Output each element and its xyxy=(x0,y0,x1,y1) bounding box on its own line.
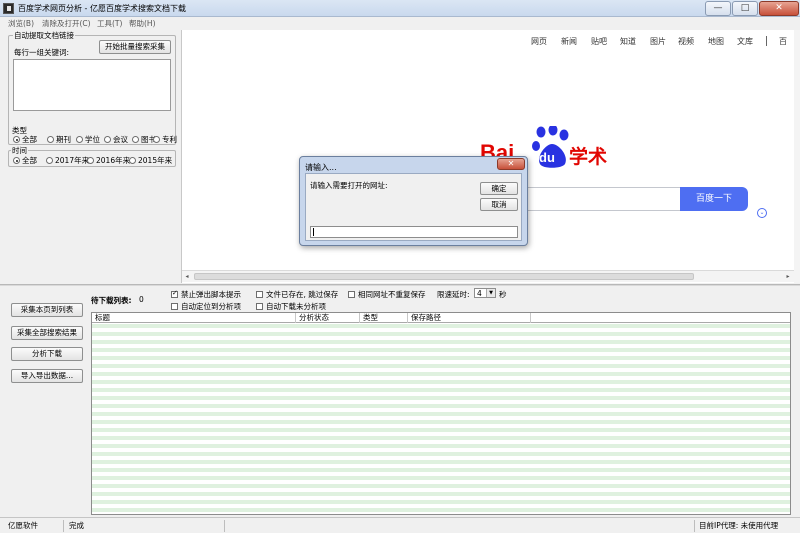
chevron-down-icon: ▼ xyxy=(486,289,495,297)
type-group: 类型 全部 期刊 学位 会议 图书 专利 xyxy=(8,125,177,145)
start-batch-search-button[interactable]: 开始批量搜索采集 xyxy=(99,40,171,54)
time-radio-2016[interactable]: 2016年来 xyxy=(87,155,130,166)
radio-icon xyxy=(76,136,83,143)
delay-label: 限速延时: xyxy=(437,290,470,299)
analyze-download-button[interactable]: 分析下载 xyxy=(11,347,83,361)
dialog-cancel-button[interactable]: 取消 xyxy=(480,198,518,211)
browser-vertical-scrollbar[interactable] xyxy=(794,30,800,283)
menu-tools[interactable]: 工具(T) xyxy=(97,18,122,29)
status-app-name: 亿愿软件 xyxy=(4,520,64,532)
import-export-button[interactable]: 导入导出数据... xyxy=(11,369,83,383)
table-rows-area[interactable] xyxy=(92,324,790,514)
browser-nav-divider xyxy=(766,36,767,46)
checkbox-auto-locate[interactable]: 自动定位到分析项 xyxy=(171,301,241,312)
type-radio-degree[interactable]: 学位 xyxy=(76,134,100,145)
scrollbar-thumb[interactable] xyxy=(194,273,694,280)
type-radio-all[interactable]: 全部 xyxy=(13,134,37,145)
close-icon: ✕ xyxy=(507,159,515,168)
delay-select[interactable]: 4 ▼ xyxy=(474,288,496,298)
browser-horizontal-scrollbar[interactable]: ◂ ▸ xyxy=(182,270,795,282)
browser-nav-video[interactable]: 视频 xyxy=(678,36,694,47)
close-button[interactable]: ✕ xyxy=(759,1,799,16)
radio-icon xyxy=(153,136,160,143)
browser-nav-tieba[interactable]: 贴吧 xyxy=(591,36,607,47)
checkbox-icon xyxy=(256,291,263,298)
collect-all-results-button[interactable]: 采集全部搜索结果 xyxy=(11,326,83,340)
type-radio-journal[interactable]: 期刊 xyxy=(47,134,71,145)
menu-browse[interactable]: 浏览(B) xyxy=(8,18,34,29)
column-title[interactable]: 标题 xyxy=(92,313,296,323)
menu-clear-open[interactable]: 清除及打开(C) xyxy=(42,18,91,29)
time-radio-2017[interactable]: 2017年来 xyxy=(46,155,89,166)
pending-count: 0 xyxy=(139,295,144,304)
checkbox-icon xyxy=(256,303,263,310)
radio-icon xyxy=(87,157,94,164)
browser-nav-news[interactable]: 新闻 xyxy=(561,36,577,47)
checkbox-icon xyxy=(171,303,178,310)
download-list-table[interactable]: 标题 分析状态 类型 保存路径 xyxy=(91,312,791,515)
browser-nav-images[interactable]: 图片 xyxy=(650,36,666,47)
status-bar: 亿愿软件 完成 目前IP代理: 未使用代理 xyxy=(0,517,800,533)
browser-nav-zhidao[interactable]: 知道 xyxy=(620,36,636,47)
time-group: 时间 全部 2017年来 2016年来 2015年来 xyxy=(8,145,176,167)
radio-icon xyxy=(132,136,139,143)
collect-page-button[interactable]: 采集本页到列表 xyxy=(11,303,83,317)
url-input-dialog: 请输入... ✕ 请输入需要打开的网址: 确定 取消 xyxy=(299,156,528,246)
delay-unit: 秒 xyxy=(499,290,507,299)
keywords-textarea[interactable] xyxy=(13,59,171,111)
browser-nav-map[interactable]: 地图 xyxy=(708,36,724,47)
minimize-button[interactable]: — xyxy=(705,1,731,16)
menu-help[interactable]: 帮助(H) xyxy=(129,18,156,29)
radio-icon xyxy=(46,157,53,164)
time-radio-2015[interactable]: 2015年来 xyxy=(129,155,172,166)
checkbox-checked-icon xyxy=(171,289,178,298)
radio-selected-icon xyxy=(13,136,20,143)
column-save-path[interactable]: 保存路径 xyxy=(408,313,531,323)
left-panel: 自动提取文档链接 每行一组关键词: 开始批量搜索采集 类型 全部 期刊 学位 会… xyxy=(5,30,180,278)
type-radio-conference[interactable]: 会议 xyxy=(104,134,128,145)
logo-text-du: du xyxy=(539,150,555,165)
dialog-body: 请输入需要打开的网址: 确定 取消 xyxy=(305,173,522,241)
dialog-url-input[interactable] xyxy=(310,226,518,238)
checkbox-skip-existing[interactable]: 文件已存在, 跳过保存 xyxy=(256,289,338,300)
baidu-search-button[interactable]: 百度一下 xyxy=(680,187,748,211)
checkbox-auto-download[interactable]: 自动下载未分析项 xyxy=(256,301,326,312)
window-title: 百度学术网页分析 - 亿愿百度学术搜索文档下载 xyxy=(18,4,186,13)
app-window: 百度学术网页分析 - 亿愿百度学术搜索文档下载 — □ ✕ 浏览(B) 清除及打… xyxy=(0,0,800,533)
dialog-close-button[interactable]: ✕ xyxy=(497,158,525,170)
panel-separator[interactable] xyxy=(0,284,800,286)
title-bar: 百度学术网页分析 - 亿愿百度学术搜索文档下载 — □ ✕ xyxy=(0,0,800,17)
type-radio-patent[interactable]: 专利 xyxy=(153,134,177,145)
status-proxy: 目前IP代理: 未使用代理 xyxy=(694,520,798,532)
browser-nav-wenku[interactable]: 文库 xyxy=(737,36,753,47)
column-status[interactable]: 分析状态 xyxy=(296,313,360,323)
keyword-group-title: 自动提取文档链接 xyxy=(13,30,75,41)
scroll-right-icon[interactable]: ▸ xyxy=(783,272,793,282)
menu-bar: 浏览(B) 清除及打开(C) 工具(T) 帮助(H) xyxy=(0,17,800,29)
delay-value: 4 xyxy=(477,289,482,298)
checkbox-icon xyxy=(348,291,355,298)
table-header: 标题 分析状态 类型 保存路径 xyxy=(92,313,790,323)
app-icon xyxy=(3,3,14,14)
radio-selected-icon xyxy=(13,157,20,164)
dialog-prompt: 请输入需要打开的网址: xyxy=(310,181,388,190)
dialog-ok-button[interactable]: 确定 xyxy=(480,182,518,195)
radio-icon xyxy=(104,136,111,143)
browser-nav-web[interactable]: 网页 xyxy=(531,36,547,47)
radio-icon xyxy=(129,157,136,164)
dialog-title: 请输入... xyxy=(305,163,337,172)
maximize-button[interactable]: □ xyxy=(732,1,758,16)
checkbox-block-script-prompt[interactable]: 禁止弹出脚本提示 xyxy=(171,289,241,300)
radio-icon xyxy=(47,136,54,143)
arrow-circle-icon[interactable]: ⌄ xyxy=(757,208,767,218)
keyword-label: 每行一组关键词: xyxy=(14,48,70,57)
status-state: 完成 xyxy=(65,520,225,532)
pending-list-label: 待下载列表: xyxy=(91,296,132,305)
column-type[interactable]: 类型 xyxy=(360,313,408,323)
logo-text-xueshu: 学术 xyxy=(569,146,608,168)
browser-nav-more[interactable]: 百 xyxy=(779,36,787,47)
checkbox-no-duplicate-url[interactable]: 相同网址不重复保存 xyxy=(348,289,426,300)
scroll-left-icon[interactable]: ◂ xyxy=(182,272,192,282)
time-radio-all[interactable]: 全部 xyxy=(13,155,37,166)
